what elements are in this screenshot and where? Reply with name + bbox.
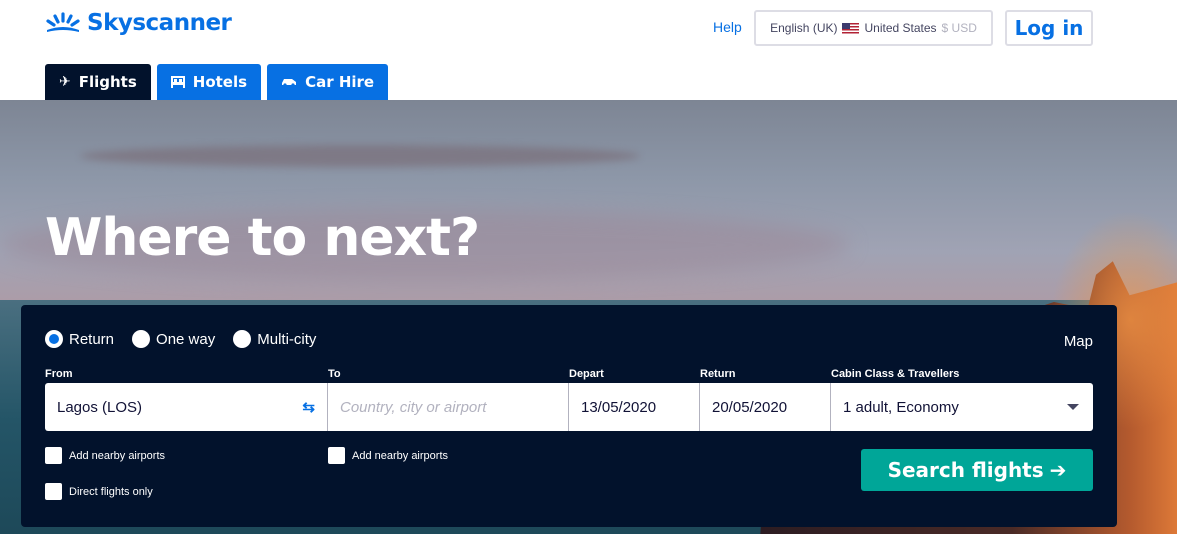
checkbox-label: Add nearby airports: [352, 449, 448, 462]
cabin-value: 1 adult, Economy: [843, 398, 959, 416]
tab-car-hire[interactable]: Car Hire: [267, 64, 389, 100]
search-fields: Lagos (LOS) ⇆ Country, city or airport 1…: [45, 383, 1093, 431]
radio-label: Return: [69, 330, 115, 348]
from-label: From: [45, 368, 73, 380]
flight-search-panel: Return One way Multi-city Map From To De…: [21, 305, 1117, 527]
bed-icon: [170, 76, 185, 88]
search-button-label: Search flights: [887, 458, 1044, 482]
to-input[interactable]: Country, city or airport: [328, 383, 569, 431]
language-label: English (UK): [770, 21, 838, 35]
hero-title: Where to next?: [45, 208, 480, 268]
plane-icon: ✈: [59, 74, 71, 90]
checkbox[interactable]: [45, 447, 62, 464]
return-value: 20/05/2020: [712, 398, 788, 416]
return-date-input[interactable]: 20/05/2020: [700, 383, 831, 431]
search-flights-button[interactable]: Search flights ➔: [861, 449, 1093, 491]
help-link[interactable]: Help: [713, 19, 742, 35]
locale-selector[interactable]: English (UK) United States $ USD: [754, 10, 993, 46]
depart-value: 13/05/2020: [581, 398, 657, 416]
currency-label: $ USD: [941, 21, 977, 35]
cabin-label: Cabin Class & Travellers: [831, 368, 960, 380]
radio-multi-city[interactable]: Multi-city: [233, 330, 316, 348]
top-bar: Skyscanner Help English (UK) United Stat…: [0, 0, 1177, 100]
hero-cloud: [80, 145, 640, 167]
depart-label: Depart: [569, 368, 604, 380]
country-label: United States: [864, 21, 937, 35]
tab-label: Hotels: [192, 73, 248, 91]
tab-label: Car Hire: [305, 73, 375, 91]
sun-logo-icon: [46, 12, 80, 32]
arrow-right-icon: ➔: [1049, 458, 1067, 482]
trip-type-group: Return One way Multi-city: [45, 330, 316, 348]
return-label: Return: [700, 368, 736, 380]
from-value: Lagos (LOS): [57, 398, 143, 416]
radio-label: One way: [156, 330, 216, 348]
tab-label: Flights: [78, 73, 137, 91]
tab-flights[interactable]: ✈ Flights: [45, 64, 151, 100]
us-flag-icon: [842, 22, 860, 34]
map-link[interactable]: Map: [1064, 333, 1093, 350]
from-nearby-checkbox[interactable]: Add nearby airports: [45, 447, 165, 464]
from-input[interactable]: Lagos (LOS) ⇆: [45, 383, 328, 431]
checkbox[interactable]: [45, 483, 62, 500]
skyscanner-logo[interactable]: Skyscanner: [45, 10, 232, 36]
to-label: To: [328, 368, 341, 380]
checkbox-label: Add nearby airports: [69, 449, 165, 462]
radio-button[interactable]: [233, 330, 252, 348]
car-icon: [282, 79, 297, 87]
direct-flights-checkbox[interactable]: Direct flights only: [45, 483, 153, 500]
radio-button-selected[interactable]: [45, 330, 63, 348]
to-nearby-checkbox[interactable]: Add nearby airports: [328, 447, 448, 464]
checkbox-label: Direct flights only: [69, 485, 153, 498]
chevron-down-icon: [1067, 404, 1079, 410]
logo-text: Skyscanner: [87, 10, 232, 36]
tab-hotels[interactable]: Hotels: [156, 64, 262, 100]
radio-button[interactable]: [132, 330, 151, 348]
checkbox[interactable]: [328, 447, 345, 464]
swap-icon[interactable]: ⇆: [302, 398, 315, 416]
radio-return[interactable]: Return: [45, 330, 114, 348]
cabin-travellers-select[interactable]: 1 adult, Economy: [831, 383, 1093, 431]
radio-one-way[interactable]: One way: [132, 330, 215, 348]
login-button[interactable]: Log in: [1005, 10, 1093, 46]
product-tabs: ✈ Flights Hotels Car Hire: [45, 64, 389, 100]
radio-label: Multi-city: [257, 330, 317, 348]
to-placeholder: Country, city or airport: [340, 398, 487, 416]
depart-date-input[interactable]: 13/05/2020: [569, 383, 700, 431]
